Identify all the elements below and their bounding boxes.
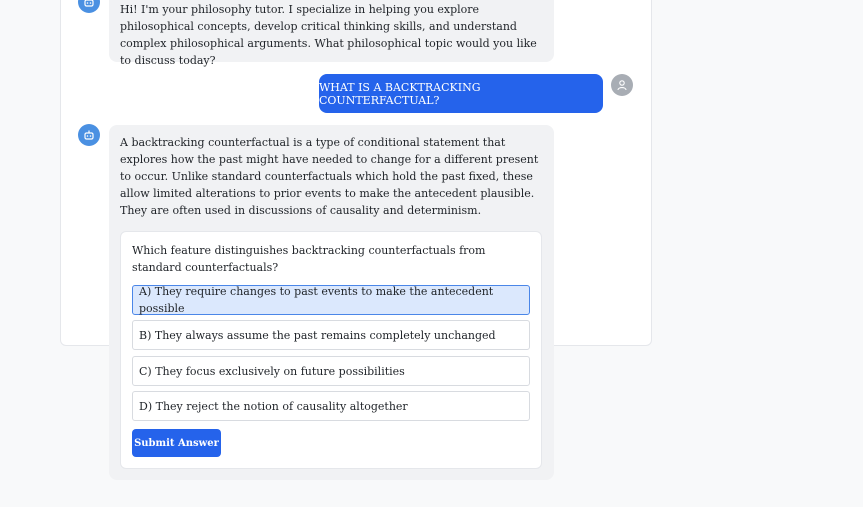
quiz-option-label: D) They reject the notion of causality a… [139,399,408,413]
user-avatar [611,74,633,96]
quiz-card: Which feature distinguishes backtracking… [120,231,542,469]
quiz-option-b[interactable]: B) They always assume the past remains c… [132,320,530,350]
bot-avatar [78,124,100,146]
bot-message-intro: Hi! I'm your philosophy tutor. I special… [109,0,554,67]
quiz-option-label: A) They require changes to past events t… [139,285,494,315]
quiz-option-label: C) They focus exclusively on future poss… [139,364,405,378]
quiz-option-a[interactable]: A) They require changes to past events t… [132,285,530,315]
user-icon [616,76,628,95]
submit-answer-button[interactable]: Submit Answer [132,429,221,457]
bot-message-intro-text: Hi! I'm your philosophy tutor. I special… [120,3,537,67]
quiz-option-d[interactable]: D) They reject the notion of causality a… [132,391,530,421]
user-message-text: WHAT IS A BACKTRACKING COUNTERFACTUAL? [319,80,481,107]
bot-message-answer-text: A backtracking counterfactual is a type … [120,136,539,217]
quiz-question: Which feature distinguishes backtracking… [132,244,486,274]
quiz-option-label: B) They always assume the past remains c… [139,328,496,342]
quiz-option-c[interactable]: C) They focus exclusively on future poss… [132,356,530,386]
user-message: WHAT IS A BACKTRACKING COUNTERFACTUAL? [319,74,603,113]
robot-icon [83,126,95,145]
robot-icon [83,0,95,12]
bot-message-answer: A backtracking counterfactual is a type … [109,125,554,480]
